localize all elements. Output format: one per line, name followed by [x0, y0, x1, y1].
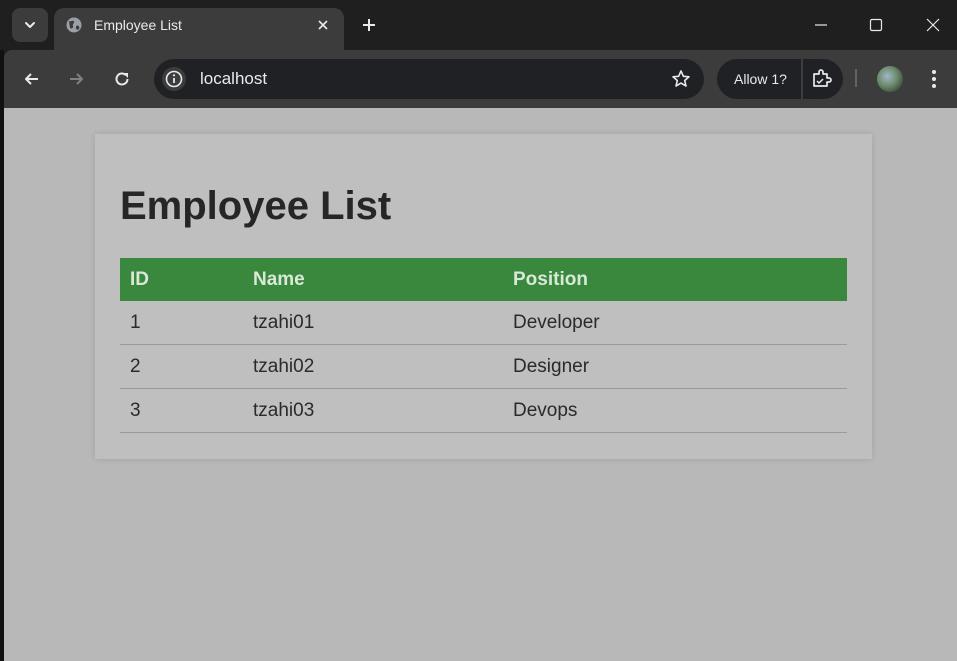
minimize-button[interactable] [806, 10, 836, 40]
cell-id: 2 [120, 344, 243, 389]
arrow-left-icon [25, 73, 38, 85]
arrow-right-icon [70, 73, 83, 85]
close-icon [318, 20, 328, 30]
reload-button[interactable] [107, 64, 137, 94]
forward-button[interactable] [61, 64, 91, 94]
content-card: Employee List ID Name Position 1 tzahi01… [95, 134, 872, 459]
profile-avatar[interactable] [877, 66, 903, 92]
extension-icon [813, 69, 832, 87]
chip-divider [801, 59, 803, 99]
maximize-button[interactable] [861, 10, 891, 40]
star-icon [672, 70, 690, 87]
table-row: 2 tzahi02 Designer [120, 344, 847, 389]
back-button[interactable] [17, 64, 47, 94]
site-info-button[interactable] [162, 67, 186, 91]
address-bar[interactable]: localhost [154, 59, 704, 99]
table-header-row: ID Name Position [120, 258, 847, 301]
chevron-down-icon [25, 22, 35, 28]
cell-name: tzahi01 [243, 301, 503, 345]
cell-position: Devops [503, 388, 847, 433]
permission-chip[interactable]: Allow 1? [717, 59, 843, 99]
close-window-button[interactable] [918, 10, 948, 40]
permission-label[interactable]: Allow 1? [734, 71, 787, 87]
cell-name: tzahi03 [243, 388, 503, 433]
column-header-position: Position [503, 258, 847, 301]
tab-search-button[interactable] [12, 8, 48, 42]
info-icon [165, 70, 183, 88]
cell-position: Developer [503, 301, 847, 345]
tab-strip: Employee List [0, 0, 957, 50]
plus-icon [363, 19, 375, 31]
tab-close-button[interactable] [314, 16, 332, 34]
employee-table: ID Name Position 1 tzahi01 Developer 2 t… [120, 258, 847, 433]
cell-id: 1 [120, 301, 243, 345]
url-text[interactable]: localhost [200, 69, 267, 89]
browser-menu-button[interactable] [924, 66, 944, 92]
tab-title: Employee List [94, 17, 182, 33]
toolbar-separator [855, 69, 857, 87]
column-header-id: ID [120, 258, 243, 301]
page-viewport: Employee List ID Name Position 1 tzahi01… [4, 108, 957, 661]
minimize-icon [815, 24, 827, 26]
reload-icon [115, 72, 129, 86]
column-header-name: Name [243, 258, 503, 301]
maximize-icon [869, 18, 883, 32]
cell-name: tzahi02 [243, 344, 503, 389]
more-vert-icon [932, 70, 936, 88]
browser-window: Employee List localhost Allow 1? Employe… [0, 0, 957, 661]
globe-icon [66, 17, 82, 33]
table-row: 1 tzahi01 Developer [120, 301, 847, 345]
bookmark-button[interactable] [670, 68, 692, 90]
table-row: 3 tzahi03 Devops [120, 388, 847, 433]
close-icon [926, 18, 940, 32]
cell-position: Designer [503, 344, 847, 389]
cell-id: 3 [120, 388, 243, 433]
new-tab-button[interactable] [356, 12, 382, 38]
tab-employee-list[interactable]: Employee List [54, 8, 344, 50]
browser-toolbar: localhost Allow 1? [4, 50, 957, 108]
extensions-button[interactable] [809, 67, 833, 91]
page-title: Employee List [120, 184, 392, 228]
